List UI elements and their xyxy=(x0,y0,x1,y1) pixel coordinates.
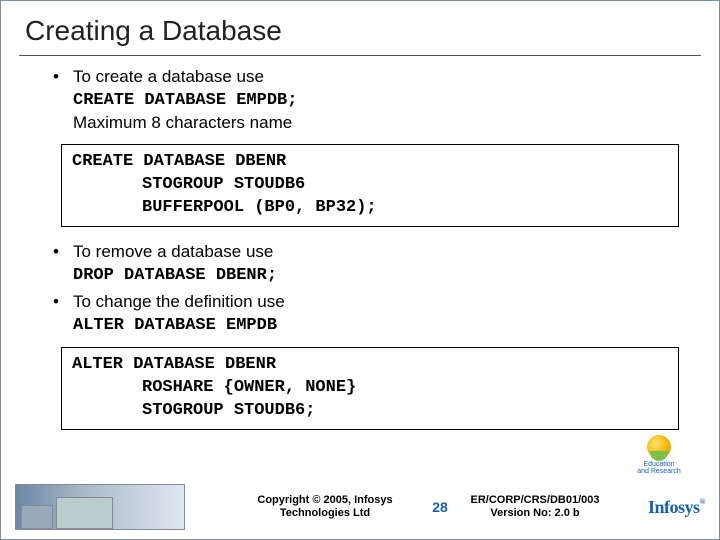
inline-code: ALTER DATABASE EMPDB xyxy=(73,316,277,335)
doc-ref-line: ER/CORP/CRS/DB01/003 xyxy=(465,494,605,507)
bullet-list: To remove a database use DROP DATABASE D… xyxy=(41,241,679,337)
bullet-list: To create a database use CREATE DATABASE… xyxy=(41,66,679,134)
bullet-item: To change the definition use ALTER DATAB… xyxy=(53,291,679,337)
footer: Copyright © 2005, Infosys Technologies L… xyxy=(1,481,719,539)
logo-text: Infosys® xyxy=(648,497,705,517)
copyright-line: Technologies Ltd xyxy=(235,507,415,520)
code-line: CREATE DATABASE DBENR xyxy=(72,152,286,171)
copyright: Copyright © 2005, Infosys Technologies L… xyxy=(235,494,415,520)
badge-text: and Research xyxy=(637,468,681,475)
bullet-text: To change the definition use xyxy=(73,292,285,311)
inline-code: DROP DATABASE DBENR; xyxy=(73,266,277,285)
code-line: STOGROUP STOUDB6 xyxy=(72,174,668,197)
page-title: Creating a Database xyxy=(1,1,719,51)
registered-icon: ® xyxy=(700,497,705,506)
bullet-item: To create a database use CREATE DATABASE… xyxy=(53,66,679,134)
code-box: CREATE DATABASE DBENR STOGROUP STOUDB6 B… xyxy=(61,144,679,227)
footer-image xyxy=(15,484,185,530)
badge-icon xyxy=(647,435,671,459)
content-area: To create a database use CREATE DATABASE… xyxy=(1,56,719,481)
copyright-line: Copyright © 2005, Infosys xyxy=(235,494,415,507)
code-line: ALTER DATABASE DBENR xyxy=(72,355,276,374)
code-line: BUFFERPOOL (BP0, BP32); xyxy=(72,197,668,220)
badge-text: Education xyxy=(643,461,674,468)
bullet-text: To create a database use xyxy=(73,67,264,86)
bullet-text: Maximum 8 characters name xyxy=(73,113,292,132)
code-box: ALTER DATABASE DBENR ROSHARE {OWNER, NON… xyxy=(61,347,679,430)
inline-code: CREATE DATABASE EMPDB; xyxy=(73,91,297,110)
doc-reference: ER/CORP/CRS/DB01/003 Version No: 2.0 b xyxy=(465,494,605,520)
page-number: 28 xyxy=(425,499,455,515)
logo-word: Infosys xyxy=(648,497,700,517)
doc-ref-line: Version No: 2.0 b xyxy=(465,507,605,520)
infosys-logo: Infosys® xyxy=(615,497,705,518)
bullet-item: To remove a database use DROP DATABASE D… xyxy=(53,241,679,287)
code-line: ROSHARE {OWNER, NONE} xyxy=(72,377,668,400)
bullet-text: To remove a database use xyxy=(73,242,273,261)
code-line: STOGROUP STOUDB6; xyxy=(72,400,668,423)
education-badge: Education and Research xyxy=(627,433,691,477)
slide: Creating a Database To create a database… xyxy=(0,0,720,540)
